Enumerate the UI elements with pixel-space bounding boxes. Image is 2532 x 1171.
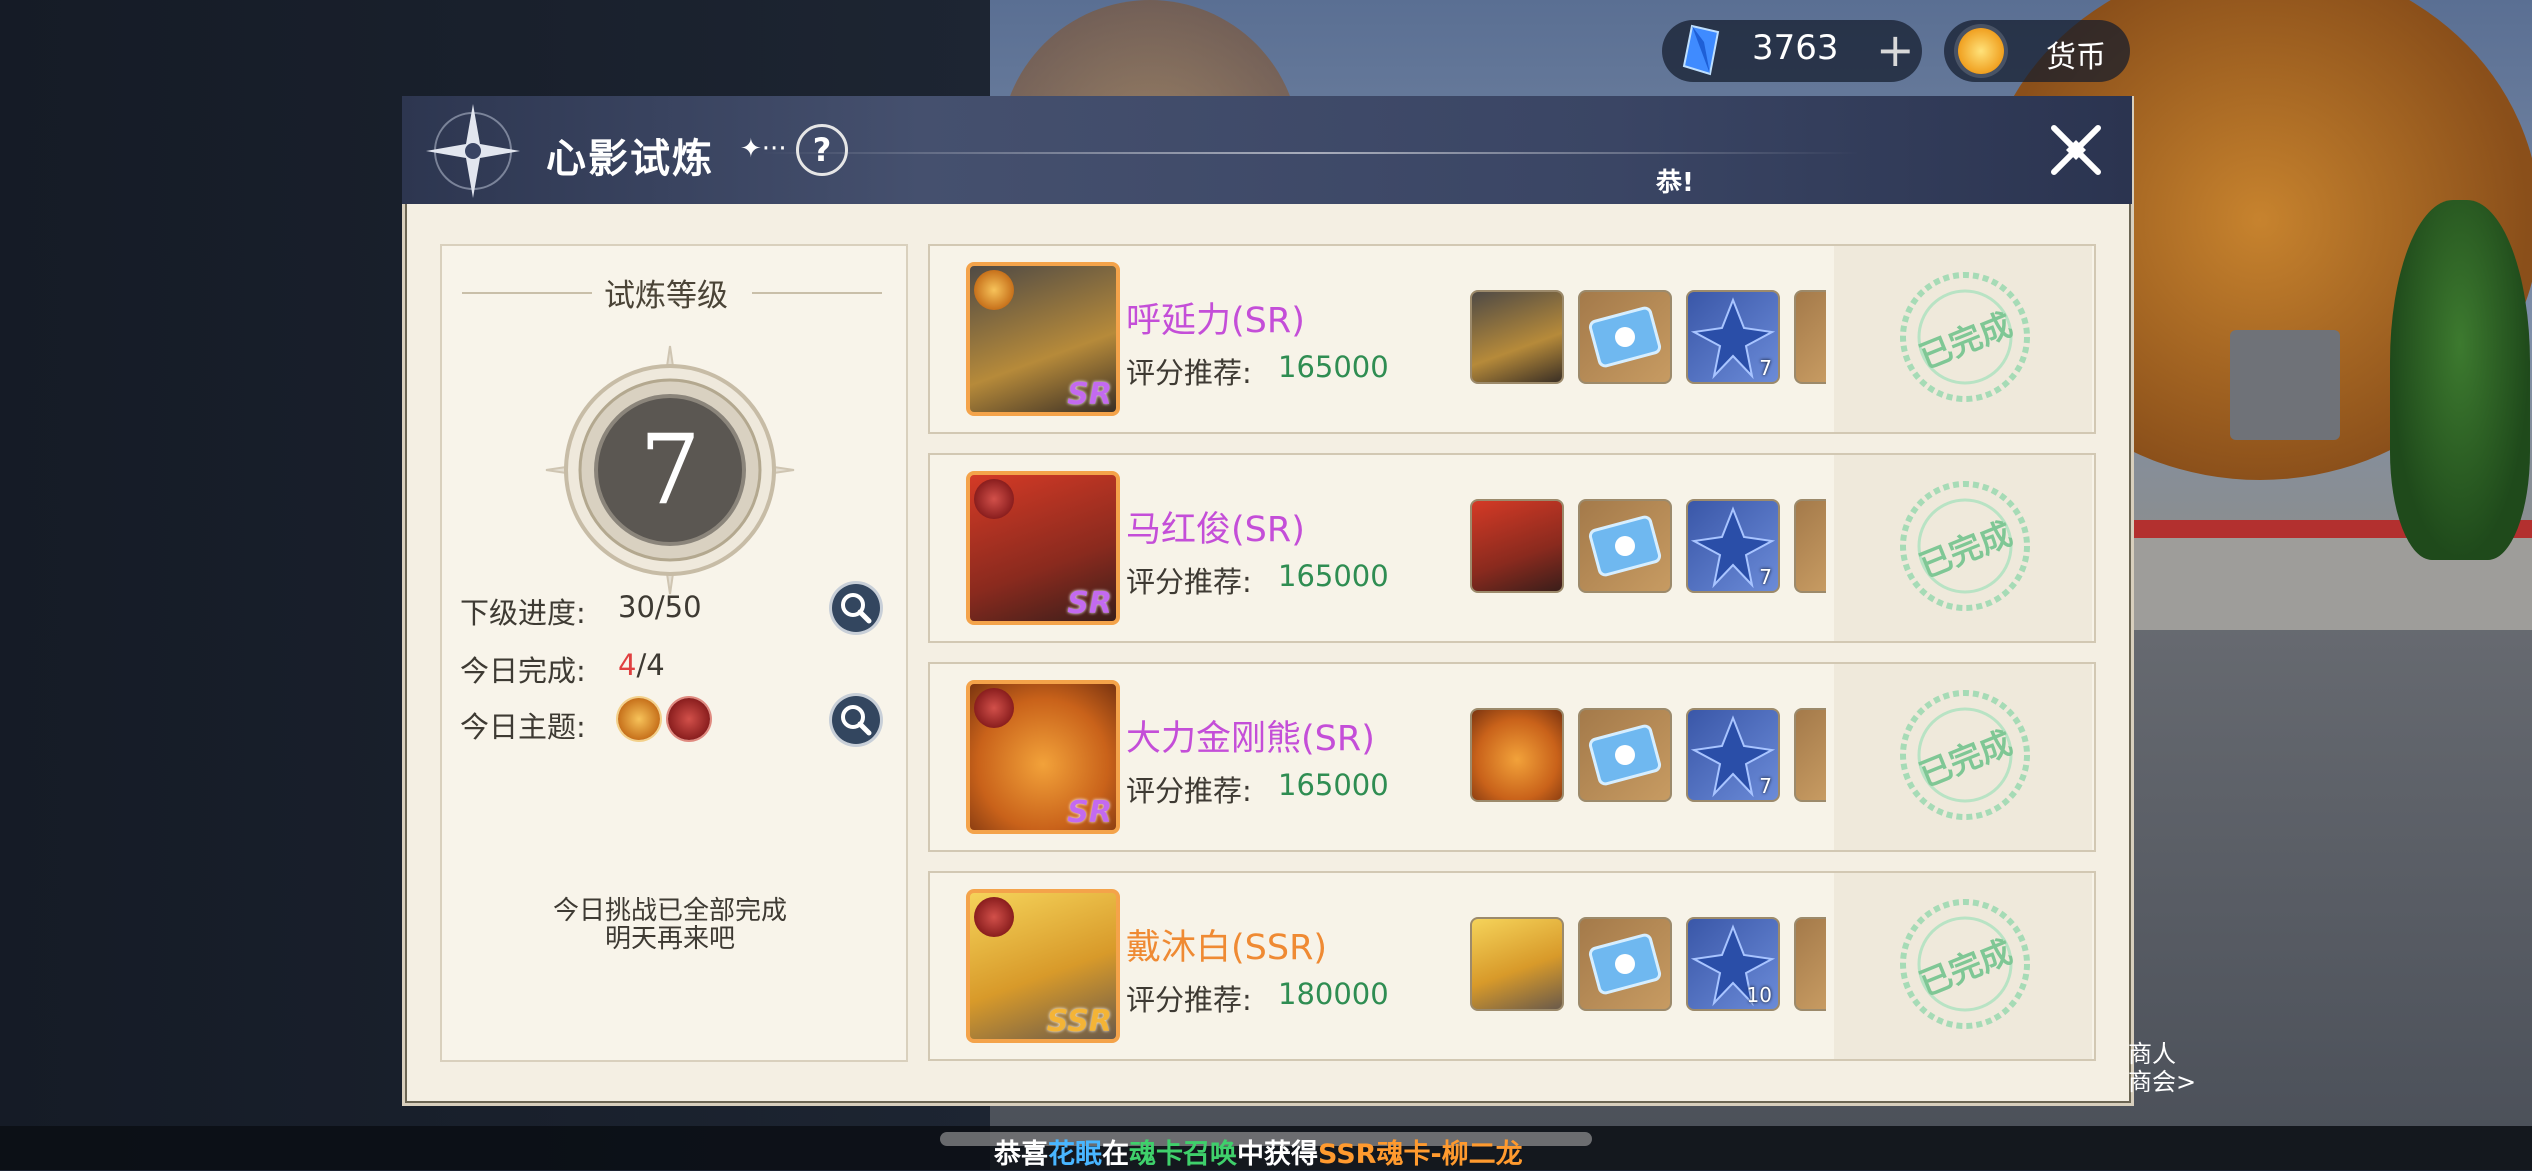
reward-count: 7	[1759, 565, 1772, 589]
search-icon	[841, 593, 872, 624]
hero-portrait[interactable]: SR	[966, 471, 1120, 625]
reward-more[interactable]	[1794, 499, 1826, 593]
theme-label: 今日主题:	[460, 710, 586, 744]
scene-pine-tree	[2390, 200, 2530, 560]
score-label: 评分推荐:	[1126, 774, 1252, 808]
today-done-value: 4/4	[618, 648, 665, 682]
rarity-tag: SR	[1067, 795, 1112, 830]
reward-hero-shard[interactable]	[1470, 708, 1564, 802]
reward-hero-shard[interactable]	[1470, 290, 1564, 384]
progress-label: 下级进度:	[460, 596, 586, 630]
reward-star[interactable]: 7	[1686, 708, 1780, 802]
theme-badge-red	[974, 897, 1014, 937]
title-divider-right	[752, 292, 882, 294]
broadcast-connector: 在	[1102, 1139, 1129, 1170]
reward-scroll[interactable]	[1578, 290, 1672, 384]
score-value: 165000	[1278, 768, 1389, 802]
help-button[interactable]: ?	[796, 124, 848, 176]
coin-icon	[1958, 28, 2004, 74]
score-value: 165000	[1278, 559, 1389, 593]
hero-name: 呼延力(SR)	[1126, 301, 1305, 341]
reward-hero-shard[interactable]	[1470, 917, 1564, 1011]
reward-count: 7	[1759, 356, 1772, 380]
reward-star[interactable]: 7	[1686, 499, 1780, 593]
score-label: 评分推荐:	[1126, 983, 1252, 1017]
reward-more[interactable]	[1794, 917, 1826, 1011]
progress-value: 30/50	[618, 590, 702, 624]
rarity-tag: SR	[1067, 377, 1112, 412]
theme-badge-red	[974, 688, 1014, 728]
today-done-count: 4	[618, 648, 637, 682]
reward-count: 10	[1746, 983, 1772, 1007]
theme-badge-gold	[974, 270, 1014, 310]
scroll-icon	[1588, 515, 1662, 577]
broadcast-place: 魂卡召唤	[1129, 1139, 1237, 1170]
broadcast-prize: SSR魂卡-柳二龙	[1318, 1139, 1523, 1170]
reward-star[interactable]: 10	[1686, 917, 1780, 1011]
title-divider-left	[462, 292, 592, 294]
merchant-link[interactable]: 商会>	[2128, 1062, 2196, 1097]
scroll-icon	[1588, 933, 1662, 995]
score-label: 评分推荐:	[1126, 356, 1252, 390]
broadcast-player: 花眠	[1048, 1139, 1102, 1170]
hero-name: 大力金刚熊(SR)	[1126, 719, 1375, 759]
score-label: 评分推荐:	[1126, 565, 1252, 599]
broadcast-prefix: 恭喜	[994, 1139, 1048, 1170]
gem-icon	[1682, 24, 1720, 76]
hero-portrait[interactable]: SR	[966, 262, 1120, 416]
scene-stand	[2230, 330, 2340, 440]
today-done-total: /4	[636, 648, 665, 682]
reward-scroll[interactable]	[1578, 708, 1672, 802]
scroll-icon	[1588, 724, 1662, 786]
trial-level-title: 试炼等级	[604, 278, 728, 314]
theme-search-button[interactable]	[832, 696, 880, 744]
page-title: 心影试炼	[546, 136, 714, 182]
reward-more[interactable]	[1794, 290, 1826, 384]
reward-hero-shard[interactable]	[1470, 499, 1564, 593]
broadcast-verb: 中获得	[1237, 1139, 1318, 1170]
trial-level-number: 7	[639, 414, 701, 526]
today-done-label: 今日完成:	[460, 654, 586, 688]
score-value: 165000	[1278, 350, 1389, 384]
header-divider	[760, 152, 1860, 154]
header-ticker-fragment: 恭!	[1656, 168, 1694, 198]
rarity-tag: SSR	[1046, 1004, 1112, 1039]
theme-icon-gold	[618, 698, 660, 740]
hero-portrait[interactable]: SR	[966, 680, 1120, 834]
reward-star[interactable]: 7	[1686, 290, 1780, 384]
coin-label[interactable]: 货币	[2046, 32, 2106, 76]
theme-icon-red	[668, 698, 710, 740]
title-decoration: ✦···	[740, 134, 787, 164]
add-gem-button[interactable]: +	[1876, 22, 1915, 78]
rarity-tag: SR	[1067, 586, 1112, 621]
reward-count: 7	[1759, 774, 1772, 798]
hero-name: 戴沐白(SSR)	[1126, 928, 1328, 968]
broadcast-message: 恭喜花眠在魂卡召唤中获得SSR魂卡-柳二龙	[994, 1132, 1523, 1171]
search-icon	[841, 705, 872, 736]
completion-message-line2: 明天再来吧	[604, 924, 735, 954]
theme-badge-red	[974, 479, 1014, 519]
hero-portrait[interactable]: SSR	[966, 889, 1120, 1043]
close-icon[interactable]	[2048, 122, 2104, 178]
progress-search-button[interactable]	[832, 584, 880, 632]
reward-more[interactable]	[1794, 708, 1826, 802]
score-value: 180000	[1278, 977, 1389, 1011]
scroll-icon	[1588, 306, 1662, 368]
reward-scroll[interactable]	[1578, 499, 1672, 593]
hero-name: 马红俊(SR)	[1126, 510, 1305, 550]
reward-scroll[interactable]	[1578, 917, 1672, 1011]
compass-icon	[426, 104, 520, 198]
gem-count: 3763	[1752, 28, 1839, 68]
